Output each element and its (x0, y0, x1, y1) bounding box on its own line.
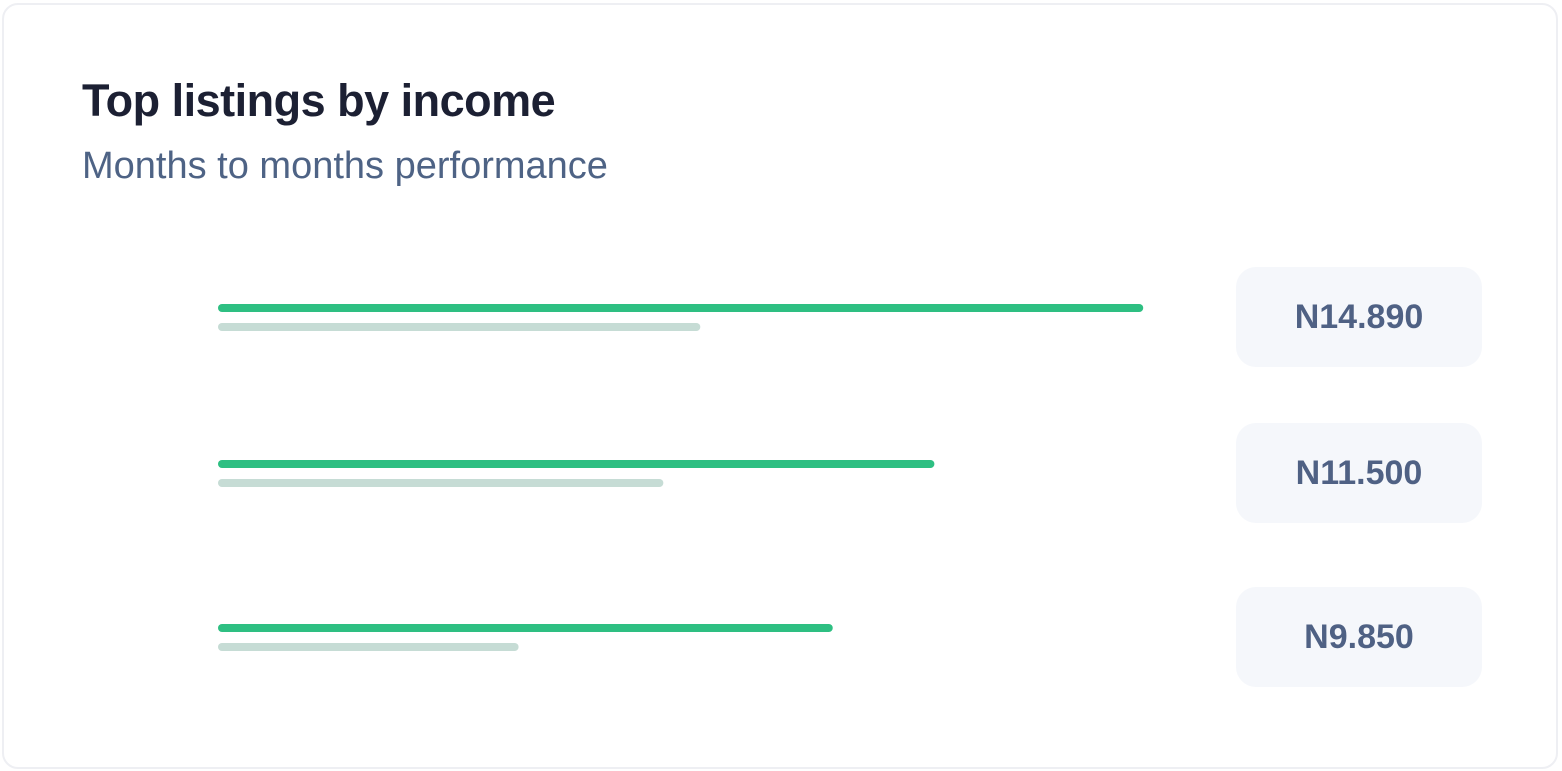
value-badge-3: N9.850 (1236, 587, 1482, 687)
value-badge-2: N11.500 (1236, 423, 1482, 523)
value-badge-1: N14.890 (1236, 267, 1482, 367)
